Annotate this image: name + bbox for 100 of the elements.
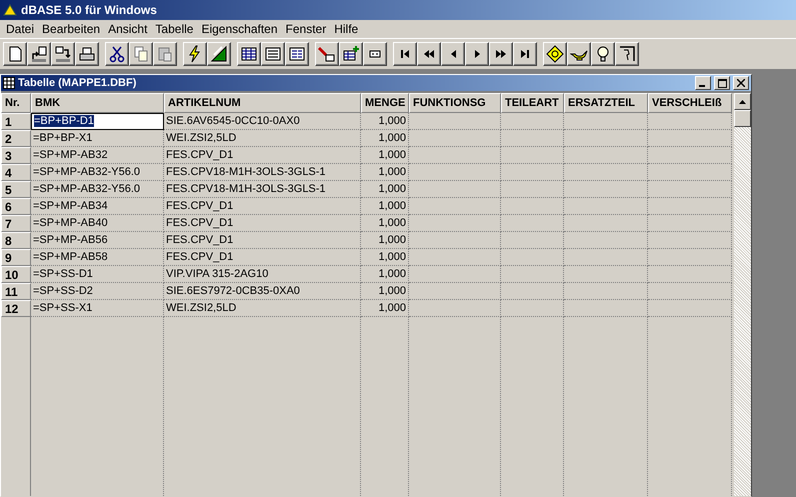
empty-cell bbox=[501, 266, 564, 283]
up-arrow-icon bbox=[739, 100, 746, 104]
table-cell: 1,000 bbox=[361, 147, 409, 164]
scissors-button[interactable] bbox=[105, 42, 129, 66]
compass-icon bbox=[546, 45, 564, 63]
row-number[interactable]: 4 bbox=[1, 164, 31, 181]
minimize-button[interactable] bbox=[695, 76, 711, 90]
table-cell: VIP.VIPA 315-2AG10 bbox=[164, 266, 361, 283]
maximize-button[interactable] bbox=[714, 76, 730, 90]
table-cell: =SP+MP-AB32-Y56.0 bbox=[31, 164, 164, 181]
table-cell: 1,000 bbox=[361, 130, 409, 147]
empty-cell bbox=[501, 283, 564, 300]
table-cell: =SP+MP-AB34 bbox=[31, 198, 164, 215]
empty-cell bbox=[501, 198, 564, 215]
table-view-button[interactable] bbox=[237, 42, 261, 66]
table-icon bbox=[3, 77, 15, 89]
lightning-button[interactable] bbox=[183, 42, 207, 66]
menu-item[interactable]: Fenster bbox=[282, 22, 330, 36]
table-cell: FES.CPV_D1 bbox=[164, 147, 361, 164]
empty-cell bbox=[501, 147, 564, 164]
column-header[interactable]: BMK bbox=[31, 93, 164, 113]
table-cell: 1,000 bbox=[361, 164, 409, 181]
table-cell: FES.CPV18-M1H-3OLS-3GLS-1 bbox=[164, 164, 361, 181]
table-cell: =SP+SS-D2 bbox=[31, 283, 164, 300]
first-record-button[interactable] bbox=[393, 42, 417, 66]
empty-cell bbox=[501, 113, 564, 130]
menu-item[interactable]: Ansicht bbox=[104, 22, 152, 36]
close-button[interactable] bbox=[733, 76, 749, 90]
table-cell: =SP+MP-AB58 bbox=[31, 249, 164, 266]
table-cell: 1,000 bbox=[361, 300, 409, 317]
add-records-button[interactable] bbox=[339, 42, 363, 66]
row-number[interactable]: 8 bbox=[1, 232, 31, 249]
row-number[interactable]: 5 bbox=[1, 181, 31, 198]
row-number[interactable]: 6 bbox=[1, 198, 31, 215]
row-number[interactable]: 9 bbox=[1, 249, 31, 266]
copy-icon bbox=[132, 45, 150, 63]
row-number[interactable]: 10 bbox=[1, 266, 31, 283]
table-cell: 1,000 bbox=[361, 181, 409, 198]
column-header[interactable]: MENGE bbox=[361, 93, 409, 113]
form-view-button[interactable] bbox=[261, 42, 285, 66]
columnar-view-button[interactable] bbox=[285, 42, 309, 66]
magic-lamp-button[interactable] bbox=[567, 42, 591, 66]
empty-cell bbox=[501, 181, 564, 198]
add-records-icon bbox=[342, 45, 360, 63]
column-header[interactable]: ERSATZTEIL bbox=[564, 93, 648, 113]
vertical-scrollbar[interactable] bbox=[734, 93, 751, 496]
table-cell: SIE.6ES7972-0CB35-0XA0 bbox=[164, 283, 361, 300]
copy-button[interactable] bbox=[129, 42, 153, 66]
light-bulb-button[interactable] bbox=[591, 42, 615, 66]
set-square-button[interactable] bbox=[207, 42, 231, 66]
next-record-icon bbox=[474, 49, 480, 59]
next-record-button[interactable] bbox=[465, 42, 489, 66]
next-page-button[interactable] bbox=[489, 42, 513, 66]
empty-cell bbox=[501, 130, 564, 147]
last-record-icon bbox=[520, 49, 530, 59]
scroll-thumb[interactable] bbox=[734, 110, 751, 127]
column-header[interactable]: VERSCHLEIß bbox=[648, 93, 732, 113]
printer-button[interactable] bbox=[75, 42, 99, 66]
row-number[interactable]: 2 bbox=[1, 130, 31, 147]
table-cell: =SP+MP-AB32 bbox=[31, 147, 164, 164]
column-header[interactable]: TEILEART bbox=[501, 93, 564, 113]
new-file-button[interactable] bbox=[3, 42, 27, 66]
previous-record-button[interactable] bbox=[441, 42, 465, 66]
table-cell: 1,000 bbox=[361, 232, 409, 249]
app-icon bbox=[3, 3, 17, 17]
table-cell: WEI.ZSI2,5LD bbox=[164, 130, 361, 147]
window-title: dBASE 5.0 für Windows bbox=[21, 3, 157, 17]
row-number[interactable]: 7 bbox=[1, 215, 31, 232]
row-number[interactable]: 11 bbox=[1, 283, 31, 300]
previous-page-button[interactable] bbox=[417, 42, 441, 66]
empty-cell bbox=[501, 215, 564, 232]
row-number[interactable]: 12 bbox=[1, 300, 31, 317]
table-cell: 1,000 bbox=[361, 198, 409, 215]
menu-item[interactable]: Bearbeiten bbox=[38, 22, 104, 36]
table-cell: =SP+MP-AB40 bbox=[31, 215, 164, 232]
table-cell: SIE.6AV6545-0CC10-0AX0 bbox=[164, 113, 361, 130]
table-view-icon bbox=[240, 45, 258, 63]
columnar-view-icon bbox=[288, 45, 306, 63]
menu-item[interactable]: Tabelle bbox=[151, 22, 198, 36]
scroll-up-button[interactable] bbox=[734, 93, 751, 110]
column-header[interactable]: Nr. bbox=[1, 93, 31, 113]
menu-item[interactable]: Eigenschaften bbox=[197, 22, 282, 36]
compass-button[interactable] bbox=[543, 42, 567, 66]
column-header[interactable]: FUNKTIONSG bbox=[409, 93, 501, 113]
table-cell: 1,000 bbox=[361, 113, 409, 130]
paste-button[interactable] bbox=[153, 42, 177, 66]
last-record-button[interactable] bbox=[513, 42, 537, 66]
row-number[interactable]: 1 bbox=[1, 113, 31, 130]
import-button[interactable] bbox=[27, 42, 51, 66]
row-number[interactable]: 3 bbox=[1, 147, 31, 164]
column-header[interactable]: ARTIKELNUM bbox=[164, 93, 361, 113]
export-icon bbox=[54, 45, 72, 63]
export-button[interactable] bbox=[51, 42, 75, 66]
menu-item[interactable]: Hilfe bbox=[330, 22, 362, 36]
table-cell: 1,000 bbox=[361, 215, 409, 232]
empty-cell bbox=[501, 249, 564, 266]
record-frame-button[interactable] bbox=[363, 42, 387, 66]
cell-editor[interactable]: =BP+BP-D1 bbox=[31, 113, 164, 130]
menu-item[interactable]: Datei bbox=[2, 22, 38, 36]
close-icon bbox=[737, 79, 745, 87]
